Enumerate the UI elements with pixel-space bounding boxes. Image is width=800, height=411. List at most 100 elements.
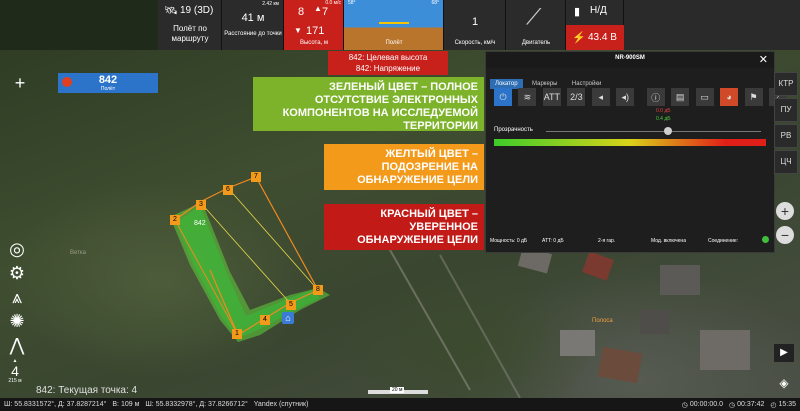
area-label: Полоса bbox=[592, 318, 613, 324]
volume-up-icon[interactable]: ◂) bbox=[616, 88, 635, 106]
globe-icon[interactable]: ◎ bbox=[6, 238, 28, 260]
power-icon[interactable]: ⏻ bbox=[494, 88, 512, 106]
slider-handle[interactable] bbox=[664, 127, 672, 135]
legend-yellow: ЖЕЛТЫЙ ЦВЕТ – ПОДОЗРЕНИЕ НА ОБНАРУЖЕНИЕ … bbox=[324, 144, 484, 190]
db-red: 0.0 дБ bbox=[656, 108, 671, 114]
info-icon[interactable]: ⓘ bbox=[646, 88, 665, 106]
panel-title: NR-900SM bbox=[615, 55, 645, 61]
clock: 15:35 bbox=[778, 401, 796, 408]
altitude-indicator: ▲ 4 215 м bbox=[4, 358, 26, 390]
zoom-in-button[interactable]: + bbox=[776, 202, 794, 220]
waypoint-1[interactable]: 1 bbox=[232, 329, 242, 339]
vertical-speed: 0.0 м/с bbox=[325, 0, 341, 6]
flight-mode: Полёт по маршруту bbox=[171, 24, 209, 43]
home-icon[interactable]: ⌂ bbox=[282, 312, 294, 324]
sensor-panel: NR-900SM ✕ Локатор Маркеры Настройки ⏻ ≋… bbox=[485, 51, 787, 253]
scale-text: 20 м bbox=[390, 387, 405, 393]
altitude-top-left: 8 bbox=[298, 6, 305, 18]
add-button[interactable]: + bbox=[10, 73, 30, 93]
close-icon[interactable]: ✕ bbox=[759, 53, 768, 66]
timer-1: 00:00:00.0 bbox=[689, 401, 723, 408]
route-icon[interactable]: ⋀ bbox=[6, 334, 28, 356]
drone-badge-status: Полёт bbox=[100, 86, 116, 92]
waypoint-3[interactable]: 3 bbox=[196, 200, 206, 210]
alert-1: 842: Целевая высота bbox=[348, 53, 428, 62]
waypoint-7[interactable]: 7 bbox=[251, 172, 261, 182]
antenna-icon[interactable]: ⩓ bbox=[6, 286, 28, 308]
battery-status: Н/Д bbox=[590, 5, 607, 16]
propeller-icon: ⟋ bbox=[526, 4, 542, 29]
scale-bar: 20 м bbox=[368, 387, 428, 394]
coords-1: Ш: 55.8331572°, Д: 37.8287214° bbox=[4, 401, 107, 408]
save-icon[interactable]: ▤ bbox=[671, 88, 690, 106]
altitude-top-right: 7 bbox=[322, 6, 329, 18]
gps-block[interactable]: 🛰 19 (3D) Полёт по маршруту bbox=[158, 0, 222, 50]
drone-badge[interactable]: 842 Полёт bbox=[58, 73, 158, 93]
speed-block: 1 Скорость, км/ч bbox=[444, 0, 506, 50]
satellite-icon: 🛰 bbox=[164, 5, 178, 17]
right-button-1[interactable]: КТР bbox=[774, 72, 798, 96]
altitude-indicator-value: 4 bbox=[11, 363, 19, 379]
power-status: Мощность: 0 дБ bbox=[490, 238, 528, 244]
db-green: 0.4 дБ bbox=[656, 116, 671, 122]
altitude-indicator-sub: 215 м bbox=[8, 378, 22, 384]
drone-badge-id: 842 bbox=[98, 74, 118, 86]
pitch-left: 58° bbox=[348, 0, 356, 6]
waypoint-4[interactable]: 4 bbox=[260, 315, 270, 325]
distance-top: 2.42 км bbox=[262, 1, 279, 7]
coords-2: Ш: 55.8332978°, Д: 37.8266712° bbox=[145, 401, 248, 408]
connection-indicator-icon bbox=[762, 236, 769, 243]
legend-red: КРАСНЫЙ ЦВЕТ – УВЕРЕННОЕ ОБНАРУЖЕНИЕ ЦЕЛ… bbox=[324, 204, 484, 250]
att-button[interactable]: АТТ bbox=[542, 88, 561, 106]
speed-label: Скорость, км/ч bbox=[454, 40, 496, 46]
transparency-label: Прозрачность bbox=[494, 127, 533, 133]
arrow-down-icon: ▼ bbox=[294, 26, 302, 35]
waypoint-6[interactable]: 6 bbox=[223, 185, 233, 195]
signal-icon[interactable]: ≋ bbox=[518, 88, 537, 106]
altitude-value: 171 bbox=[306, 25, 325, 37]
right-button-3[interactable]: РВ bbox=[774, 124, 798, 148]
timer-icon: ◷ bbox=[681, 401, 688, 409]
waypoint-8[interactable]: 8 bbox=[313, 285, 323, 295]
flag-icon[interactable]: ⚑ bbox=[744, 88, 763, 106]
telemetry-bar: 🛰 19 (3D) Полёт по маршруту 2.42 км 41 м… bbox=[158, 0, 800, 50]
alert-2: 842: Напряжение bbox=[355, 64, 421, 73]
altitude-status: В: 109 м bbox=[112, 401, 140, 408]
right-button-4[interactable]: ЦЧ bbox=[774, 150, 798, 174]
clock-icon: ◴ bbox=[770, 401, 777, 409]
gear-icon[interactable]: ⚙ bbox=[6, 262, 28, 284]
distance-label: Расстояние до точки bbox=[224, 31, 282, 37]
attitude-label: Полёт bbox=[385, 40, 403, 46]
timer-2: 00:37:42 bbox=[737, 401, 765, 408]
stopwatch-icon: ◷ bbox=[729, 401, 736, 409]
map-name-label: Ветка bbox=[70, 250, 86, 256]
current-point: 842: Текущая точка: 4 bbox=[36, 385, 138, 396]
panel-toolbar: ⏻ ≋ АТТ 2/3 ◂ ◂) ⓘ ▤ ▭ ◕ ⚑ ⟋ bbox=[494, 88, 789, 106]
waypoint-5[interactable]: 5 bbox=[286, 300, 296, 310]
volume-down-icon[interactable]: ◂ bbox=[591, 88, 610, 106]
altitude-label: Высота, м bbox=[299, 40, 329, 46]
pitch-right: 68° bbox=[431, 0, 439, 6]
layers-icon[interactable]: ◈ bbox=[774, 374, 794, 392]
folder-icon[interactable]: ▭ bbox=[695, 88, 714, 106]
waypoint-2[interactable]: 2 bbox=[170, 215, 180, 225]
signal-gradient-bar bbox=[494, 139, 766, 146]
altitude-block: 8 ▲ 7 0.0 м/с ▼ 171 Высота, м bbox=[284, 0, 344, 50]
att-status: ATT: 0 дБ bbox=[542, 238, 564, 244]
speed-value: 1 bbox=[471, 16, 479, 28]
right-button-2[interactable]: ПУ bbox=[774, 98, 798, 122]
connection-status: Соединение: bbox=[708, 238, 739, 244]
transparency-slider[interactable] bbox=[546, 127, 761, 135]
distance-block: 2.42 км 41 м Расстояние до точки bbox=[222, 0, 284, 50]
drone-marker-label: 842 bbox=[194, 220, 206, 227]
zoom-out-button[interactable]: − bbox=[776, 226, 794, 244]
mode-status: Мод. включена bbox=[651, 238, 686, 244]
map-settings-icon[interactable]: ✺ bbox=[6, 310, 28, 332]
distance-value: 41 м bbox=[241, 12, 265, 24]
engine-label: Двигатель bbox=[521, 40, 551, 46]
battery-status-block: ▮ Н/Д ⚡ 43.4 В bbox=[566, 0, 624, 50]
harmonic-button[interactable]: 2/3 bbox=[567, 88, 586, 106]
palette-icon[interactable]: ◕ bbox=[720, 88, 739, 106]
video-icon[interactable]: ▶ bbox=[774, 344, 794, 362]
battery-icon: ▮ bbox=[574, 6, 581, 18]
